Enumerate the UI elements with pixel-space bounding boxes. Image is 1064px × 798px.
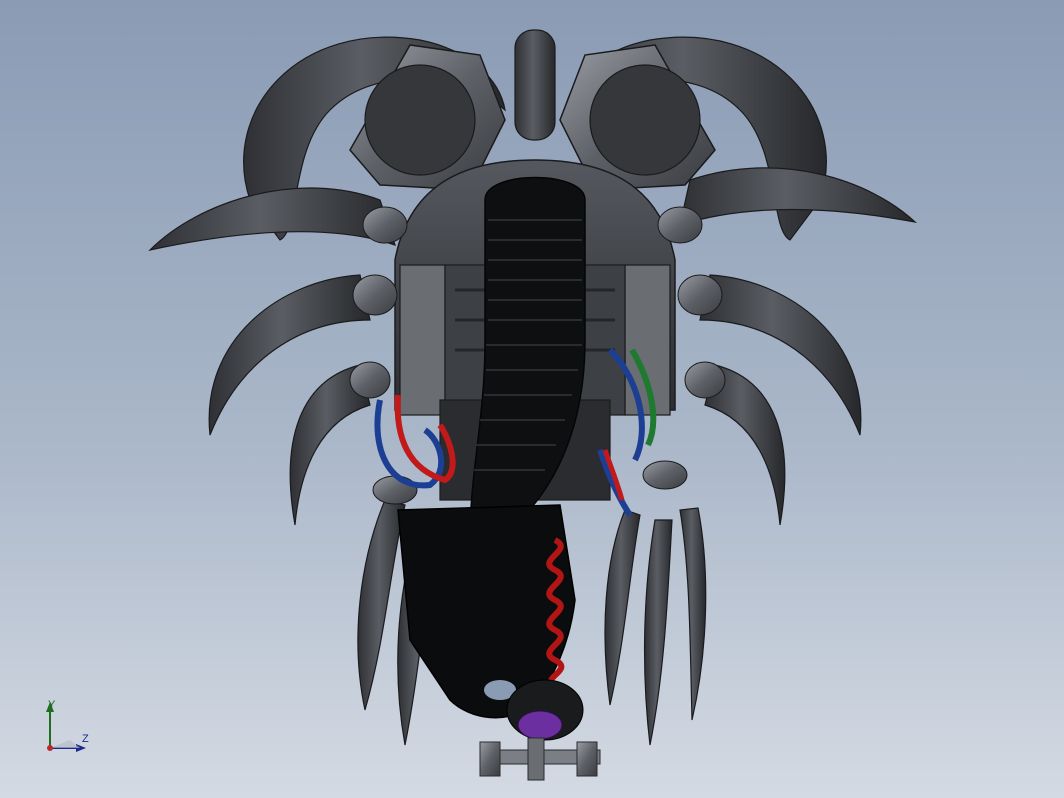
fitting-lower-right bbox=[642, 460, 688, 490]
cad-3d-viewport[interactable]: Y Z bbox=[0, 0, 1064, 798]
triad-z-label: Z bbox=[82, 733, 89, 745]
left-side-plate bbox=[399, 264, 446, 416]
bottom-bolt-center bbox=[527, 737, 545, 781]
cad-model-view[interactable] bbox=[0, 0, 1064, 798]
fitting-right-1 bbox=[657, 206, 703, 244]
bottom-bolt-head-left bbox=[479, 741, 501, 777]
triad-y-label: Y bbox=[48, 699, 56, 711]
coordinate-triad: Y Z bbox=[40, 700, 100, 760]
left-tentacle-1 bbox=[148, 187, 396, 252]
fitting-left-2 bbox=[352, 274, 398, 316]
top-center-tube bbox=[514, 29, 556, 141]
right-finger-3 bbox=[679, 507, 707, 721]
right-finger-2 bbox=[643, 519, 673, 746]
fitting-left-1 bbox=[362, 206, 408, 244]
fitting-left-3 bbox=[349, 361, 391, 399]
right-finger-1 bbox=[604, 509, 641, 706]
bottom-bolt-head-right bbox=[576, 741, 598, 777]
fitting-lower-left bbox=[372, 475, 418, 505]
fitting-right-2 bbox=[677, 274, 723, 316]
fitting-right-3 bbox=[684, 361, 726, 399]
